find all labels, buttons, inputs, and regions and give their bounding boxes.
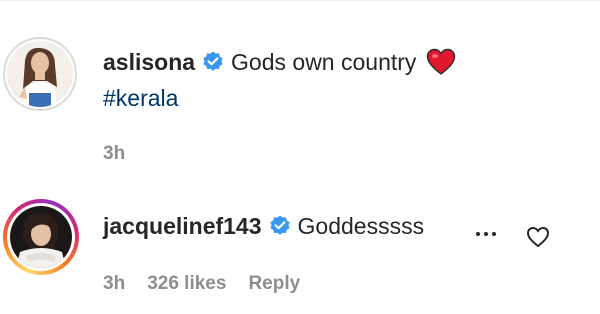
comment-meta: 3h 326 likes Reply <box>103 273 300 295</box>
more-options-icon[interactable] <box>476 232 496 236</box>
story-ring <box>7 203 75 271</box>
profile-photo-icon <box>7 41 73 107</box>
comment-text: Goddesssss <box>297 213 425 239</box>
dot <box>476 232 480 236</box>
timestamp[interactable]: 3h <box>103 273 125 295</box>
verified-badge-icon <box>268 214 292 238</box>
comment-text: Gods own country <box>231 49 417 75</box>
comment-meta: 3h <box>103 143 125 165</box>
hashtag-link[interactable]: #kerala <box>103 84 178 112</box>
avatar-aslisona[interactable] <box>3 37 77 111</box>
comment-aslisona: aslisona Gods own country <box>103 48 456 76</box>
profile-photo-icon <box>10 206 72 268</box>
comment-jacquelinef143: jacquelinef143 Goddesssss <box>103 212 424 240</box>
avatar-jacquelinef143[interactable] <box>3 199 79 275</box>
red-heart-emoji-icon <box>426 48 456 76</box>
dot <box>484 232 488 236</box>
dot <box>492 232 496 236</box>
likes-count[interactable]: 326 likes <box>147 273 226 295</box>
timestamp[interactable]: 3h <box>103 143 125 165</box>
verified-badge-icon <box>201 50 225 74</box>
username-link[interactable]: aslisona <box>103 48 195 76</box>
reply-button[interactable]: Reply <box>248 273 300 295</box>
top-divider <box>0 0 600 1</box>
heart-outline-icon[interactable] <box>526 226 550 253</box>
username-link[interactable]: jacquelinef143 <box>103 212 262 240</box>
